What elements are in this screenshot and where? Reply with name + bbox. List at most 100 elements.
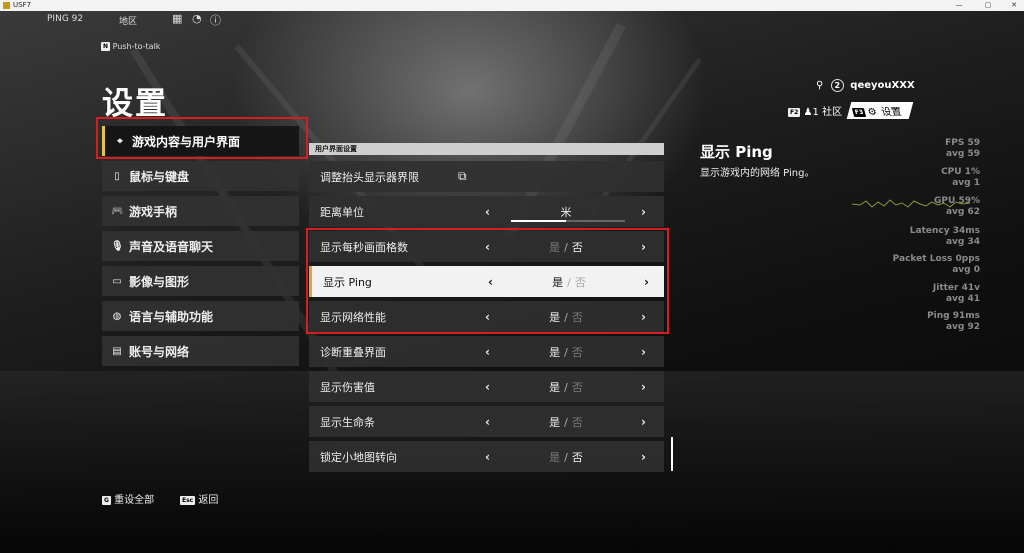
back-button[interactable]: Esc 返回 <box>180 491 218 506</box>
page-title: 设置 <box>102 86 168 122</box>
info-icon[interactable]: ⓘ <box>210 12 221 28</box>
setting-row[interactable]: 调整抬头显示器界限 ⧉ <box>309 161 664 192</box>
perf-average: avg 0 <box>952 265 980 275</box>
prev-arrow-icon[interactable]: ‹ <box>485 310 490 324</box>
nav-item-3[interactable]: 🎙 声音及语音聊天 <box>102 231 299 261</box>
setting-row[interactable]: 距离单位 ‹ › 米 <box>309 196 664 227</box>
region-label[interactable]: 地区 <box>119 14 137 27</box>
next-arrow-icon[interactable]: › <box>641 380 646 394</box>
ping-indicator: PING 92 <box>47 14 84 24</box>
nav-item-2[interactable]: 🎮 游戏手柄 <box>102 196 299 226</box>
external-link-icon[interactable]: ⧉ <box>458 169 467 184</box>
grid-icon[interactable]: ▦ <box>172 12 182 25</box>
gear-icon: ⚙ <box>867 107 880 118</box>
setting-row[interactable]: 显示每秒画面格数 ‹ › 是 / 否 <box>309 231 664 262</box>
prev-arrow-icon[interactable]: ‹ <box>485 380 490 394</box>
perf-stat: Ping 91ms avg 92 <box>850 311 980 333</box>
perf-current: Latency 34ms <box>909 226 980 236</box>
tab-settings[interactable]: F3 ⚙ 设置 <box>846 102 914 119</box>
perf-stat: FPS 59 avg 59 <box>850 138 980 160</box>
option-yes: 是 <box>549 310 561 324</box>
option-no: 否 <box>571 240 583 254</box>
next-arrow-icon[interactable]: › <box>641 345 646 359</box>
setting-row[interactable]: 显示网络性能 ‹ › 是 / 否 <box>309 301 664 332</box>
person-icon: ⚲ <box>816 80 824 91</box>
toggle-value: 是 / 否 <box>507 414 625 430</box>
setting-label: 诊断重叠界面 <box>320 345 386 359</box>
settings-key: F3 <box>851 107 867 117</box>
nav-item-1[interactable]: ▯ 鼠标与键盘 <box>102 161 299 191</box>
next-arrow-icon[interactable]: › <box>644 275 649 289</box>
prev-arrow-icon[interactable]: ‹ <box>485 205 490 219</box>
setting-row[interactable]: 锁定小地图转向 ‹ › 是 / 否 <box>309 441 664 472</box>
toggle-value: 是 / 否 <box>510 274 628 290</box>
microphone-icon: 🎙 <box>111 240 124 252</box>
prev-arrow-icon[interactable]: ‹ <box>485 345 490 359</box>
push-to-talk-key: N <box>101 42 111 51</box>
perf-average: avg 59 <box>945 149 980 159</box>
reset-all-button[interactable]: G 重设全部 <box>102 491 154 506</box>
timer-icon[interactable]: ◔ <box>192 12 202 25</box>
prev-arrow-icon[interactable]: ‹ <box>488 275 493 289</box>
user-profile[interactable]: ⚲ 2 qeeyouXXX <box>816 79 915 92</box>
option-yes: 是 <box>552 275 564 289</box>
setting-row[interactable]: 显示生命条 ‹ › 是 / 否 <box>309 406 664 437</box>
setting-row[interactable]: 显示 Ping ‹ › 是 / 否 <box>309 266 664 297</box>
app-logo-icon <box>3 2 10 9</box>
setting-label: 显示生命条 <box>320 415 375 429</box>
list-scrollbar[interactable] <box>671 437 673 471</box>
option-no: 否 <box>574 275 586 289</box>
next-arrow-icon[interactable]: › <box>641 415 646 429</box>
setting-label: 距离单位 <box>320 205 364 219</box>
nav-item-label: 声音及语音聊天 <box>129 239 214 254</box>
value-slider <box>511 220 625 222</box>
description-title: 显示 Ping <box>700 143 773 161</box>
username: qeeyouXXX <box>850 80 915 91</box>
option-yes: 是 <box>549 380 561 394</box>
perf-average: avg 34 <box>945 237 980 247</box>
setting-label: 显示 Ping <box>323 275 372 289</box>
nav-item-6[interactable]: ▤ 账号与网络 <box>102 336 299 366</box>
setting-label: 显示每秒画面格数 <box>320 240 408 254</box>
next-arrow-icon[interactable]: › <box>641 205 646 219</box>
nav-item-0[interactable]: ⌖ 游戏内容与用户界面 <box>102 126 299 156</box>
back-key: Esc <box>180 495 196 505</box>
setting-row[interactable]: 诊断重叠界面 ‹ › 是 / 否 <box>309 336 664 367</box>
nav-item-label: 游戏手柄 <box>129 204 178 219</box>
next-arrow-icon[interactable]: › <box>641 310 646 324</box>
nav-item-label: 游戏内容与用户界面 <box>132 134 241 149</box>
next-arrow-icon[interactable]: › <box>641 450 646 464</box>
option-separator: / <box>564 345 568 359</box>
perf-stat: Latency 34ms avg 34 <box>850 226 980 248</box>
display-icon: ▭ <box>112 275 122 287</box>
next-arrow-icon[interactable]: › <box>641 240 646 254</box>
maximize-button[interactable]: ▢ <box>979 0 997 11</box>
perf-average: avg 41 <box>945 294 980 304</box>
header-tabs: F2 ♟1 社区 F3 ⚙ 设置 <box>788 102 914 119</box>
perf-current: Jitter 41v <box>932 283 980 293</box>
prev-arrow-icon[interactable]: ‹ <box>485 450 490 464</box>
option-no: 否 <box>571 310 583 324</box>
perf-stat: CPU 1% avg 1 <box>850 167 980 189</box>
option-no: 否 <box>571 380 583 394</box>
nav-item-label: 鼠标与键盘 <box>129 169 190 184</box>
community-count: 1 <box>812 107 819 118</box>
setting-row[interactable]: 显示伤害值 ‹ › 是 / 否 <box>309 371 664 402</box>
nav-item-5[interactable]: ◍ 语言与辅助功能 <box>102 301 299 331</box>
nav-item-4[interactable]: ▭ 影像与图形 <box>102 266 299 296</box>
setting-label: 显示网络性能 <box>320 310 386 324</box>
perf-current: FPS 59 <box>945 138 980 148</box>
minimize-button[interactable]: — <box>950 0 968 11</box>
toggle-value: 是 / 否 <box>507 344 625 360</box>
option-separator: / <box>564 310 568 324</box>
mouse-icon: ▯ <box>114 170 120 182</box>
close-button[interactable]: ✕ <box>1005 0 1023 11</box>
push-to-talk-hint: N Push-to-talk <box>101 42 160 51</box>
setting-value: 米 <box>560 205 572 219</box>
perf-stat: Jitter 41v avg 41 <box>850 283 980 305</box>
prev-arrow-icon[interactable]: ‹ <box>485 240 490 254</box>
prev-arrow-icon[interactable]: ‹ <box>485 415 490 429</box>
option-yes: 是 <box>549 240 561 254</box>
setting-label: 锁定小地图转向 <box>320 450 397 464</box>
tab-community[interactable]: 社区 <box>822 107 842 118</box>
